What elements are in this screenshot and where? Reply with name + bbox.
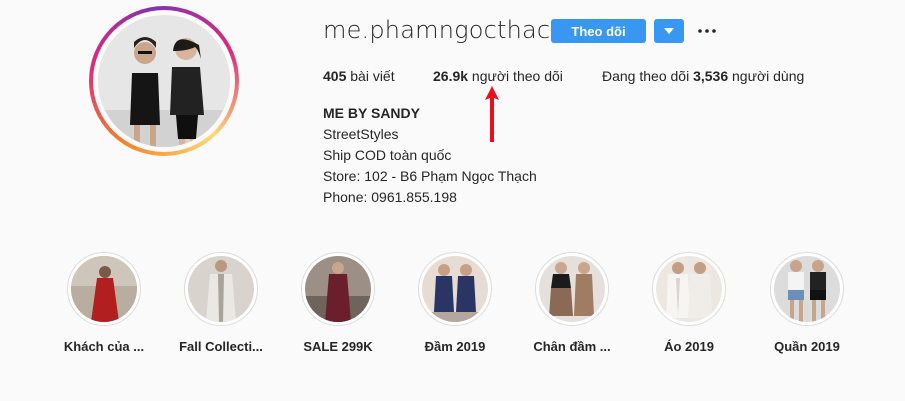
followers-count: 26.9k — [433, 68, 469, 84]
more-options-button[interactable] — [696, 21, 718, 41]
following-suffix: người dùng — [728, 68, 805, 84]
highlight-label: Chân đầm ... — [533, 339, 611, 354]
highlight-label: Fall Collecti... — [179, 339, 263, 354]
bio-line: Phone: 0961.855.198 — [323, 189, 457, 205]
story-highlight[interactable]: Chân đầm ... — [517, 252, 627, 354]
highlight-thumbnail — [188, 256, 254, 322]
highlight-thumbnail — [422, 256, 488, 322]
story-highlight[interactable]: Fall Collecti... — [166, 252, 276, 354]
highlight-ring — [67, 252, 141, 326]
highlight-label: Khách của ... — [63, 339, 145, 354]
highlight-thumbnail — [305, 256, 371, 322]
highlight-thumbnail — [774, 256, 840, 322]
highlight-label: Quần 2019 — [774, 339, 840, 354]
highlight-thumbnail — [539, 256, 605, 322]
story-highlight[interactable]: SALE 299K — [283, 252, 393, 354]
bio-line: StreetStyles — [323, 126, 399, 142]
highlight-ring — [535, 252, 609, 326]
highlight-ring — [418, 252, 492, 326]
posts-stat: 405 bài viết — [323, 68, 395, 84]
suggested-dropdown-button[interactable] — [654, 19, 684, 43]
follow-button[interactable]: Theo dõi — [551, 19, 646, 43]
avatar-border — [93, 10, 235, 152]
followers-stat[interactable]: 26.9k người theo dõi — [433, 68, 563, 84]
bio-name: ME BY SANDY — [323, 105, 420, 121]
bio-line: Store: 102 - B6 Phạm Ngọc Thạch — [323, 168, 537, 184]
following-count: 3,536 — [693, 68, 729, 84]
avatar — [98, 15, 230, 147]
story-highlight[interactable]: Đầm 2019 — [400, 252, 510, 354]
highlight-label: SALE 299K — [303, 339, 373, 354]
highlight-ring — [652, 252, 726, 326]
bio-line: Ship COD toàn quốc — [323, 147, 452, 163]
profile-avatar-ring[interactable] — [89, 6, 239, 156]
profile-username: me.phamngocthach — [323, 16, 566, 44]
highlight-ring — [301, 252, 375, 326]
more-dots-icon — [698, 29, 716, 33]
avatar-photo — [98, 15, 230, 147]
story-highlight[interactable]: Quần 2019 — [752, 252, 862, 354]
highlight-thumbnail — [71, 256, 137, 322]
posts-count: 405 — [323, 68, 347, 84]
caret-down-icon — [664, 28, 674, 34]
story-highlight[interactable]: Áo 2019 — [634, 252, 744, 354]
followers-label: người theo dõi — [468, 68, 563, 84]
highlight-ring — [770, 252, 844, 326]
highlight-label: Đầm 2019 — [424, 339, 486, 354]
following-stat[interactable]: Đang theo dõi 3,536 người dùng — [602, 68, 804, 84]
following-prefix: Đang theo dõi — [602, 68, 694, 84]
profile-bio: ME BY SANDY StreetStyles Ship COD toàn q… — [323, 103, 537, 208]
posts-label: bài viết — [346, 68, 395, 84]
story-highlight[interactable]: Khách của ... — [49, 252, 159, 354]
highlight-label: Áo 2019 — [664, 339, 714, 354]
highlight-ring — [184, 252, 258, 326]
highlight-thumbnail — [656, 256, 722, 322]
